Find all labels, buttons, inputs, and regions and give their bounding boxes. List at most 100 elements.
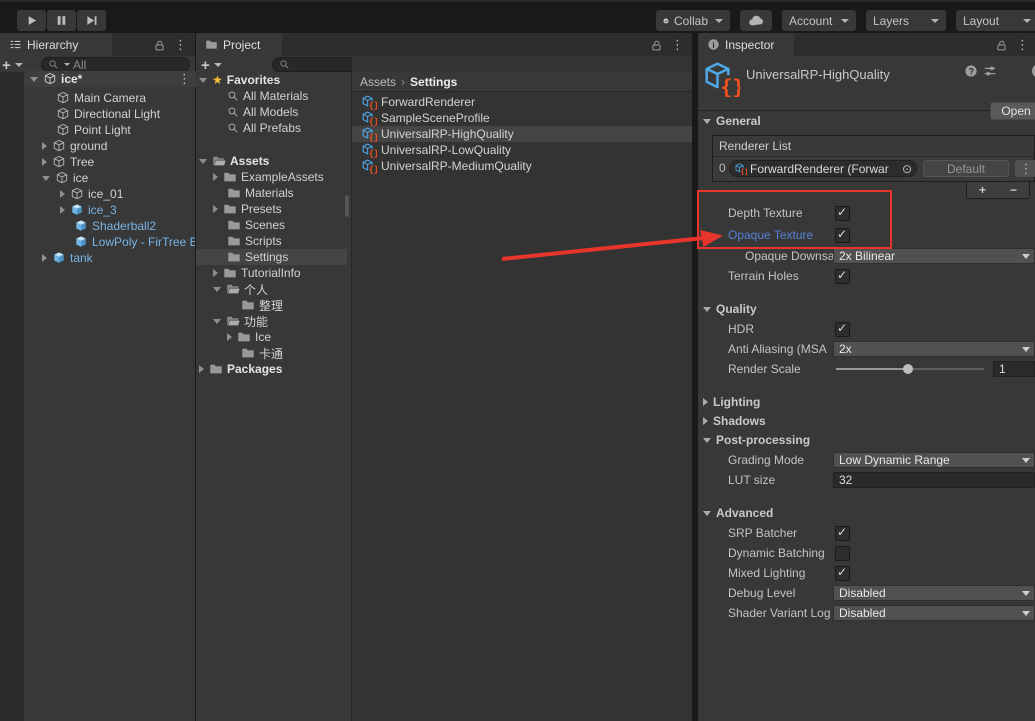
foldout-closed-icon[interactable] [213, 269, 218, 277]
hierarchy-item[interactable]: ice_01 [60, 186, 195, 202]
srp-batcher-checkbox[interactable] [835, 526, 850, 541]
breadcrumb-root[interactable]: Assets [360, 75, 396, 89]
tree-folder[interactable]: 卡通 [241, 345, 347, 361]
grading-mode-dropdown[interactable]: Low Dynamic Range [833, 452, 1035, 468]
dynamic-batching-checkbox[interactable] [835, 546, 850, 561]
remove-element-button[interactable]: − [1010, 183, 1017, 197]
tree-folder[interactable]: Ice [227, 329, 347, 345]
asset-file[interactable]: UniversalRP-MediumQuality [362, 158, 688, 174]
tree-folder[interactable]: TutorialInfo [213, 265, 347, 281]
project-create-button[interactable]: + [201, 57, 237, 73]
foldout-open-icon[interactable] [213, 319, 221, 324]
element-kebab-button[interactable] [1015, 160, 1035, 177]
pause-button[interactable] [47, 10, 76, 31]
default-button[interactable]: Default [923, 160, 1009, 177]
asset-file[interactable]: SampleSceneProfile [362, 110, 688, 126]
foldout-closed-icon[interactable] [213, 205, 218, 213]
lock-icon[interactable] [995, 39, 1008, 52]
lut-size-field[interactable]: 32 [833, 472, 1035, 488]
foldout-closed-icon[interactable] [213, 173, 218, 181]
tree-all-models[interactable]: All Models [227, 104, 347, 120]
kebab-menu-icon[interactable] [671, 37, 684, 53]
asset-file-selected[interactable]: UniversalRP-HighQuality [362, 126, 688, 142]
hierarchy-item[interactable]: ground [42, 138, 195, 154]
tree-scrollbar-thumb[interactable] [345, 195, 349, 217]
section-advanced[interactable]: Advanced [703, 505, 773, 521]
foldout-open-icon[interactable] [30, 77, 38, 82]
layers-dropdown[interactable]: Layers [866, 10, 946, 31]
hierarchy-item[interactable]: ice [42, 170, 195, 186]
hierarchy-item[interactable]: Point Light [56, 122, 195, 138]
tab-inspector[interactable]: Inspector [698, 33, 794, 56]
foldout-open-icon[interactable] [199, 159, 207, 164]
hierarchy-item[interactable]: ice_3 [60, 202, 195, 218]
tree-assets-root[interactable]: Assets [199, 153, 347, 169]
section-lighting[interactable]: Lighting [703, 394, 760, 410]
mixed-lighting-checkbox[interactable] [835, 566, 850, 581]
breadcrumb-current[interactable]: Settings [410, 75, 457, 89]
foldout-closed-icon[interactable] [227, 333, 232, 341]
hierarchy-item[interactable]: tank [42, 250, 195, 266]
foldout-closed-icon[interactable] [42, 158, 47, 166]
shader-variant-log-dropdown[interactable]: Disabled [833, 605, 1035, 621]
tree-folder[interactable]: Presets [213, 201, 347, 217]
open-button[interactable]: Open [990, 102, 1035, 120]
kebab-menu-icon[interactable] [174, 37, 187, 53]
presets-sliders-icon[interactable] [983, 64, 997, 78]
hierarchy-search-input[interactable]: All [41, 57, 190, 72]
foldout-open-icon[interactable] [213, 287, 221, 292]
tree-all-materials[interactable]: All Materials [227, 88, 347, 104]
debug-level-dropdown[interactable]: Disabled [833, 585, 1035, 601]
hierarchy-item[interactable]: Tree [42, 154, 195, 170]
tab-project[interactable]: Project [196, 33, 282, 56]
add-element-button[interactable]: + [979, 183, 986, 197]
tree-folder[interactable]: Scenes [227, 217, 347, 233]
tab-hierarchy[interactable]: Hierarchy [0, 33, 112, 56]
tree-folder-settings[interactable]: Settings [227, 249, 347, 265]
asset-file[interactable]: UniversalRP-LowQuality [362, 142, 688, 158]
render-scale-value-field[interactable]: 1 [993, 361, 1035, 377]
render-scale-slider-thumb[interactable] [903, 364, 913, 374]
hierarchy-scene-row[interactable]: ice* [24, 71, 201, 87]
foldout-closed-icon[interactable] [42, 254, 47, 262]
terrain-holes-checkbox[interactable] [835, 269, 850, 284]
hdr-checkbox[interactable] [835, 322, 850, 337]
tree-folder[interactable]: ExampleAssets [213, 169, 347, 185]
tree-packages-root[interactable]: Packages [199, 361, 347, 377]
account-dropdown[interactable]: Account [782, 10, 856, 31]
hierarchy-item[interactable]: Main Camera [56, 90, 195, 106]
section-quality[interactable]: Quality [703, 301, 757, 317]
foldout-open-icon[interactable] [42, 176, 50, 181]
foldout-closed-icon[interactable] [60, 206, 65, 214]
section-general[interactable]: General [703, 113, 761, 129]
tree-folder[interactable]: Materials [227, 185, 347, 201]
tree-folder[interactable]: 整理 [241, 297, 347, 313]
tree-all-prefabs[interactable]: All Prefabs [227, 120, 347, 136]
object-picker-icon[interactable] [902, 162, 912, 176]
foldout-closed-icon[interactable] [199, 365, 204, 373]
tree-favorites[interactable]: Favorites [199, 72, 347, 88]
tree-folder[interactable]: 个人 [213, 281, 347, 297]
hierarchy-item[interactable]: LowPoly - FirTree B [74, 234, 195, 250]
lock-icon[interactable] [650, 39, 663, 52]
section-post-processing[interactable]: Post-processing [703, 432, 810, 448]
foldout-closed-icon[interactable] [42, 142, 47, 150]
step-button[interactable] [77, 10, 106, 31]
hierarchy-item[interactable]: Directional Light [56, 106, 195, 122]
renderer-object-field[interactable]: ForwardRenderer (Forwar [729, 160, 917, 177]
anti-aliasing-dropdown[interactable]: 2x [833, 341, 1035, 357]
cloud-button[interactable] [740, 10, 772, 31]
help-icon[interactable] [964, 64, 978, 78]
foldout-closed-icon[interactable] [60, 190, 65, 198]
layout-dropdown[interactable]: Layout [956, 10, 1035, 31]
foldout-open-icon[interactable] [199, 78, 207, 83]
tree-folder[interactable]: 功能 [213, 313, 347, 329]
scene-kebab-icon[interactable] [178, 71, 191, 87]
section-shadows[interactable]: Shadows [703, 413, 766, 429]
kebab-menu-icon[interactable] [1016, 37, 1029, 53]
lock-icon[interactable] [153, 39, 166, 52]
hierarchy-item[interactable]: Shaderball2 [74, 218, 195, 234]
asset-file[interactable]: ForwardRenderer [362, 94, 688, 110]
collab-button[interactable]: Collab [656, 10, 730, 31]
opaque-downsampling-dropdown[interactable]: 2x Bilinear [833, 248, 1035, 264]
